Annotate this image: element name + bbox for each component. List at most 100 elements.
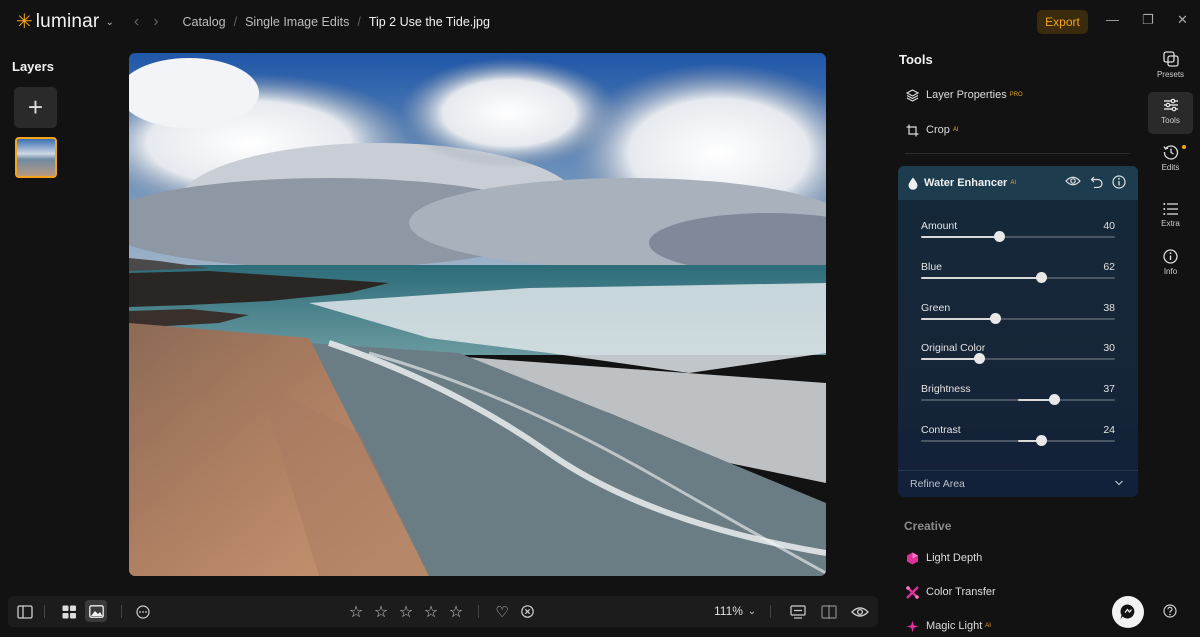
- tool-layer-properties[interactable]: Layer Properties PRO: [905, 88, 1023, 102]
- water-enhancer-panel: Water Enhancer AI Amount 40 Blue 62 Green 38 O…: [898, 166, 1138, 497]
- breadcrumb: Catalog / Single Image Edits / Tip 2 Use…: [183, 15, 490, 29]
- slider-handle[interactable]: [989, 312, 1001, 324]
- slider-label: Blue: [921, 260, 943, 273]
- slider-handle[interactable]: [1048, 394, 1060, 406]
- slider-handle[interactable]: [1036, 271, 1048, 283]
- info-icon[interactable]: [1112, 175, 1126, 189]
- split-view-button[interactable]: [819, 596, 839, 627]
- restore-icon[interactable]: ❐: [1142, 12, 1154, 28]
- star-rating-2[interactable]: ☆: [372, 596, 390, 627]
- sidebar-icon: [17, 604, 33, 619]
- breadcrumb-current-file: Tip 2 Use the Tide.jpg: [368, 15, 490, 29]
- eye-icon: [851, 606, 869, 617]
- compare-button[interactable]: [788, 596, 808, 627]
- breadcrumb-separator: /: [233, 15, 238, 29]
- beach-photo: [129, 53, 826, 576]
- slider-original-color[interactable]: Original Color 30: [921, 342, 1115, 366]
- export-button[interactable]: Export: [1037, 10, 1088, 34]
- slider-handle[interactable]: [974, 353, 986, 365]
- add-layer-button[interactable]: +: [14, 87, 57, 128]
- layer-thumbnail[interactable]: [15, 137, 57, 178]
- star-rating-3[interactable]: ☆: [397, 596, 415, 627]
- favorite-heart-icon[interactable]: ♡: [493, 596, 511, 627]
- slider-green[interactable]: Green 38: [921, 302, 1115, 326]
- slider-brightness[interactable]: Brightness 37: [921, 383, 1115, 407]
- tool-crop[interactable]: Crop AI: [905, 123, 959, 137]
- tool-label: Light Depth: [926, 552, 983, 564]
- grid-icon: [62, 605, 76, 618]
- single-view-button[interactable]: [85, 600, 107, 622]
- slider-fill: [921, 317, 995, 320]
- app-menu[interactable]: ✳ luminar ⌄: [16, 11, 114, 33]
- photo-canvas[interactable]: [129, 53, 826, 576]
- info-icon: [1163, 249, 1178, 264]
- chat-assistant-button[interactable]: [1112, 596, 1144, 628]
- ai-badge: AI: [952, 127, 959, 133]
- rail-extra[interactable]: Extra: [1148, 197, 1193, 239]
- slider-fill: [921, 358, 980, 361]
- preview-eye-button[interactable]: [849, 596, 871, 627]
- list-icon: [1162, 203, 1178, 215]
- zoom-level[interactable]: 111%: [714, 604, 743, 618]
- zoom-chevron-down-icon[interactable]: ⌄: [746, 596, 758, 627]
- minimize-icon[interactable]: —: [1106, 12, 1119, 27]
- visibility-eye-icon[interactable]: [1065, 175, 1081, 187]
- magic-light-icon: [905, 619, 919, 633]
- undo-icon[interactable]: [1090, 175, 1103, 188]
- slider-contrast[interactable]: Contrast 24: [921, 424, 1115, 448]
- back-arrow-icon[interactable]: ‹: [134, 13, 139, 31]
- breadcrumb-album[interactable]: Single Image Edits: [245, 15, 349, 29]
- history-clock-icon: [1162, 145, 1178, 160]
- split-icon: [821, 604, 837, 619]
- edits-notification-dot: [1182, 145, 1186, 149]
- close-icon[interactable]: ✕: [1177, 12, 1188, 28]
- rail-label: Info: [1163, 267, 1178, 276]
- slider-value: 30: [1103, 342, 1115, 355]
- plus-icon: +: [27, 92, 44, 122]
- slider-label: Amount: [921, 220, 958, 232]
- ai-badge: AI: [985, 623, 991, 629]
- slider-fill: [921, 236, 999, 238]
- tool-color-transfer[interactable]: Color Transfer: [905, 585, 996, 599]
- rail-label: Presets: [1156, 70, 1185, 79]
- breadcrumb-separator: /: [357, 15, 361, 29]
- light-depth-icon: [905, 551, 919, 565]
- tool-label: Magic Light: [926, 620, 983, 632]
- more-icon: [136, 604, 150, 619]
- star-rating-4[interactable]: ☆: [422, 596, 440, 627]
- luminar-logo-icon: ✳: [16, 11, 33, 33]
- image-icon: [88, 604, 104, 618]
- chevron-down-icon: ⌄: [105, 16, 114, 28]
- slider-value: 38: [1103, 301, 1115, 314]
- rail-edits[interactable]: Edits: [1148, 139, 1193, 181]
- water-enhancer-header[interactable]: Water Enhancer AI: [898, 166, 1138, 200]
- compare-icon: [790, 604, 806, 619]
- nav-arrows: ‹ ›: [134, 13, 159, 31]
- tool-magic-light[interactable]: Magic Light AI: [905, 619, 991, 633]
- slider-amount[interactable]: Amount 40: [921, 220, 1115, 244]
- slider-handle[interactable]: [993, 231, 1005, 242]
- star-rating-1[interactable]: ☆: [347, 596, 365, 627]
- tools-divider: [905, 153, 1130, 154]
- rail-presets[interactable]: Presets: [1148, 46, 1193, 88]
- slider-label: Original Color: [921, 342, 986, 355]
- grid-view-button[interactable]: [58, 596, 80, 627]
- breadcrumb-catalog[interactable]: Catalog: [183, 15, 226, 29]
- more-options-button[interactable]: [134, 596, 152, 627]
- star-rating-5[interactable]: ☆: [447, 596, 465, 627]
- toggle-sidebar-button[interactable]: [14, 596, 36, 627]
- bottom-toolbar: ☆ ☆ ☆ ☆ ☆ ♡ 111% ⌄: [8, 596, 878, 627]
- rail-tools[interactable]: Tools: [1148, 92, 1193, 134]
- color-transfer-icon: [905, 585, 919, 599]
- refine-area-row[interactable]: Refine Area: [898, 470, 1138, 497]
- slider-blue[interactable]: Blue 62: [921, 261, 1115, 285]
- rail-label: Extra: [1161, 219, 1180, 228]
- slider-handle[interactable]: [1036, 435, 1048, 446]
- slider-label: Green: [921, 301, 951, 314]
- reject-button[interactable]: [518, 596, 536, 627]
- slider-value: 62: [1103, 260, 1115, 273]
- help-icon[interactable]: [1163, 604, 1177, 618]
- tool-light-depth[interactable]: Light Depth: [905, 551, 982, 565]
- rail-info[interactable]: Info: [1148, 244, 1193, 286]
- forward-arrow-icon[interactable]: ›: [153, 13, 158, 31]
